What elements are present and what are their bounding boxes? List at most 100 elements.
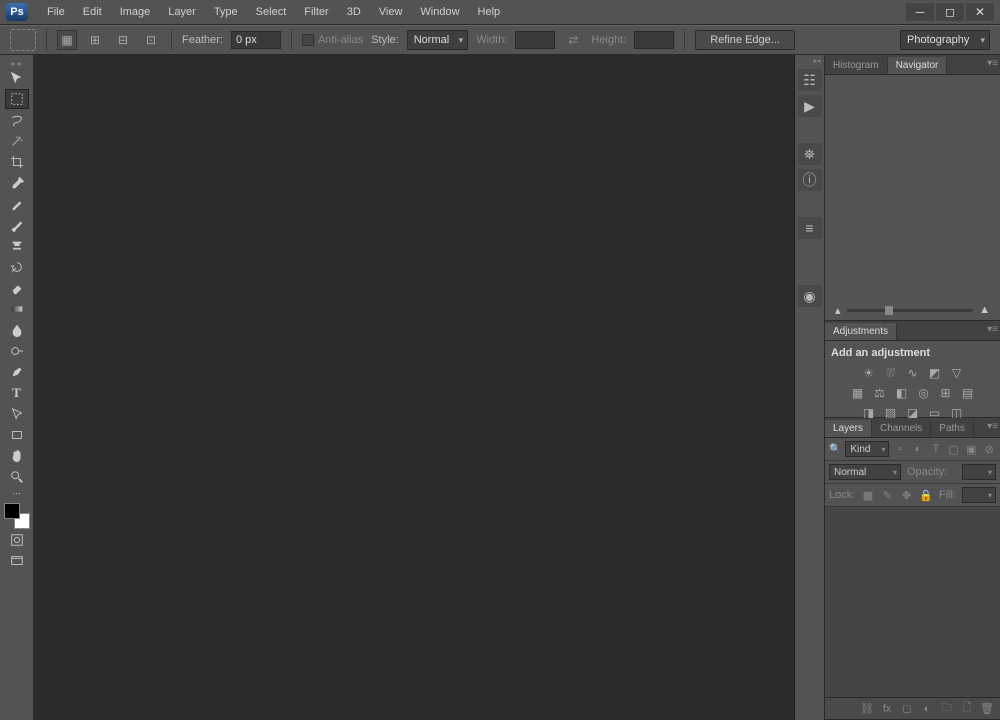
tab-layers[interactable]: Layers: [825, 420, 872, 437]
pen-tool-icon[interactable]: [5, 362, 29, 382]
menu-filter[interactable]: Filter: [295, 2, 337, 22]
healing-brush-tool-icon[interactable]: [5, 194, 29, 214]
color-swatches[interactable]: [4, 503, 30, 529]
link-layers-icon[interactable]: ⛓: [860, 702, 874, 716]
blur-tool-icon[interactable]: [5, 320, 29, 340]
menu-window[interactable]: Window: [411, 2, 468, 22]
libraries-panel-icon[interactable]: ◉: [798, 285, 822, 307]
navigator-preview[interactable]: ▴ ▲: [825, 75, 1000, 320]
tab-channels[interactable]: Channels: [872, 420, 931, 437]
intersect-selection-icon[interactable]: ⊡: [141, 30, 161, 50]
menu-view[interactable]: View: [370, 2, 412, 22]
panel-menu-icon[interactable]: ▾≡: [987, 58, 998, 69]
character-panel-icon[interactable]: ≡: [798, 217, 822, 239]
vibrance-icon[interactable]: ▽: [949, 365, 965, 381]
color-lookup-icon[interactable]: ▤: [960, 385, 976, 401]
zoom-in-icon[interactable]: ▲: [979, 304, 990, 316]
dodge-tool-icon[interactable]: [5, 341, 29, 361]
zoom-tool-icon[interactable]: [5, 467, 29, 487]
black-white-icon[interactable]: ◧: [894, 385, 910, 401]
curves-icon[interactable]: ∿: [905, 365, 921, 381]
tab-paths[interactable]: Paths: [931, 420, 974, 437]
eraser-tool-icon[interactable]: [5, 278, 29, 298]
properties-panel-icon[interactable]: ⛯: [798, 143, 822, 165]
color-balance-icon[interactable]: ⚖: [872, 385, 888, 401]
window-maximize-button[interactable]: ◻: [936, 3, 964, 21]
new-group-icon[interactable]: 🗀: [940, 702, 954, 716]
filter-type-icon[interactable]: T: [929, 442, 943, 456]
lock-image-icon[interactable]: ✎: [881, 488, 894, 502]
move-tool-icon[interactable]: [5, 68, 29, 88]
new-fill-layer-icon[interactable]: ◐: [920, 702, 934, 716]
hue-saturation-icon[interactable]: ▦: [850, 385, 866, 401]
photo-filter-icon[interactable]: ◎: [916, 385, 932, 401]
rectangle-tool-icon[interactable]: [5, 425, 29, 445]
layer-list[interactable]: [825, 507, 1000, 697]
screen-mode-icon[interactable]: [5, 551, 29, 571]
edit-toolbar-icon[interactable]: ⋯: [5, 488, 29, 498]
tool-preset-picker[interactable]: [10, 29, 36, 51]
layer-filter-kind[interactable]: Kind: [845, 441, 889, 457]
filter-smart-icon[interactable]: ▣: [964, 442, 978, 456]
gradient-tool-icon[interactable]: [5, 299, 29, 319]
zoom-slider-track[interactable]: [847, 309, 974, 312]
menu-image[interactable]: Image: [111, 2, 160, 22]
actions-panel-icon[interactable]: ▶: [798, 95, 822, 117]
crop-tool-icon[interactable]: [5, 152, 29, 172]
channel-mixer-icon[interactable]: ⊞: [938, 385, 954, 401]
document-canvas[interactable]: [34, 55, 795, 720]
eyedropper-tool-icon[interactable]: [5, 173, 29, 193]
layer-style-icon[interactable]: fx: [880, 702, 894, 716]
menu-help[interactable]: Help: [469, 2, 510, 22]
path-selection-tool-icon[interactable]: [5, 404, 29, 424]
window-minimize-button[interactable]: ─: [906, 3, 934, 21]
refine-edge-button[interactable]: Refine Edge...: [695, 30, 795, 50]
history-brush-tool-icon[interactable]: [5, 257, 29, 277]
levels-icon[interactable]: ⛆: [883, 365, 899, 381]
menu-select[interactable]: Select: [247, 2, 296, 22]
toolbox-grip[interactable]: ▸◂: [2, 59, 32, 67]
panel-menu-icon[interactable]: ▾≡: [987, 421, 998, 432]
feather-input[interactable]: [231, 31, 281, 49]
menu-type[interactable]: Type: [205, 2, 247, 22]
opacity-dropdown[interactable]: [962, 464, 996, 480]
fill-dropdown[interactable]: [962, 487, 996, 503]
hand-tool-icon[interactable]: [5, 446, 29, 466]
history-panel-icon[interactable]: ☷: [798, 69, 822, 91]
new-layer-icon[interactable]: 🗋: [960, 702, 974, 716]
magic-wand-tool-icon[interactable]: [5, 131, 29, 151]
exposure-icon[interactable]: ◩: [927, 365, 943, 381]
subtract-selection-icon[interactable]: ⊟: [113, 30, 133, 50]
lock-all-icon[interactable]: 🔒: [919, 488, 933, 502]
zoom-out-icon[interactable]: ▴: [835, 304, 841, 317]
tab-navigator[interactable]: Navigator: [888, 57, 948, 74]
lasso-tool-icon[interactable]: [5, 110, 29, 130]
dock-grip[interactable]: ▸◂: [797, 57, 823, 65]
marquee-tool-icon[interactable]: [5, 89, 29, 109]
filter-adjustment-icon[interactable]: ◐: [911, 442, 925, 456]
layer-mask-icon[interactable]: ◻: [900, 702, 914, 716]
info-panel-icon[interactable]: ⓘ: [798, 169, 822, 191]
type-tool-icon[interactable]: T: [5, 383, 29, 403]
tab-adjustments[interactable]: Adjustments: [825, 323, 897, 340]
menu-edit[interactable]: Edit: [74, 2, 111, 22]
window-close-button[interactable]: ✕: [966, 3, 994, 21]
filter-toggle-icon[interactable]: ⊘: [982, 442, 996, 456]
lock-transparency-icon[interactable]: ▩: [861, 488, 874, 502]
clone-stamp-tool-icon[interactable]: [5, 236, 29, 256]
menu-layer[interactable]: Layer: [159, 2, 205, 22]
menu-file[interactable]: File: [38, 2, 74, 22]
menu-3d[interactable]: 3D: [338, 2, 370, 22]
panel-menu-icon[interactable]: ▾≡: [987, 324, 998, 335]
lock-position-icon[interactable]: ✥: [900, 488, 913, 502]
style-dropdown[interactable]: Normal: [407, 30, 468, 50]
blend-mode-dropdown[interactable]: Normal: [829, 464, 901, 480]
foreground-color-swatch[interactable]: [4, 503, 20, 519]
brightness-contrast-icon[interactable]: ☀: [861, 365, 877, 381]
new-selection-icon[interactable]: ▦: [57, 30, 77, 50]
add-to-selection-icon[interactable]: ⊞: [85, 30, 105, 50]
delete-layer-icon[interactable]: 🗑: [980, 702, 994, 716]
brush-tool-icon[interactable]: [5, 215, 29, 235]
filter-pixel-icon[interactable]: ▫: [893, 442, 907, 456]
filter-shape-icon[interactable]: ▢: [947, 442, 961, 456]
